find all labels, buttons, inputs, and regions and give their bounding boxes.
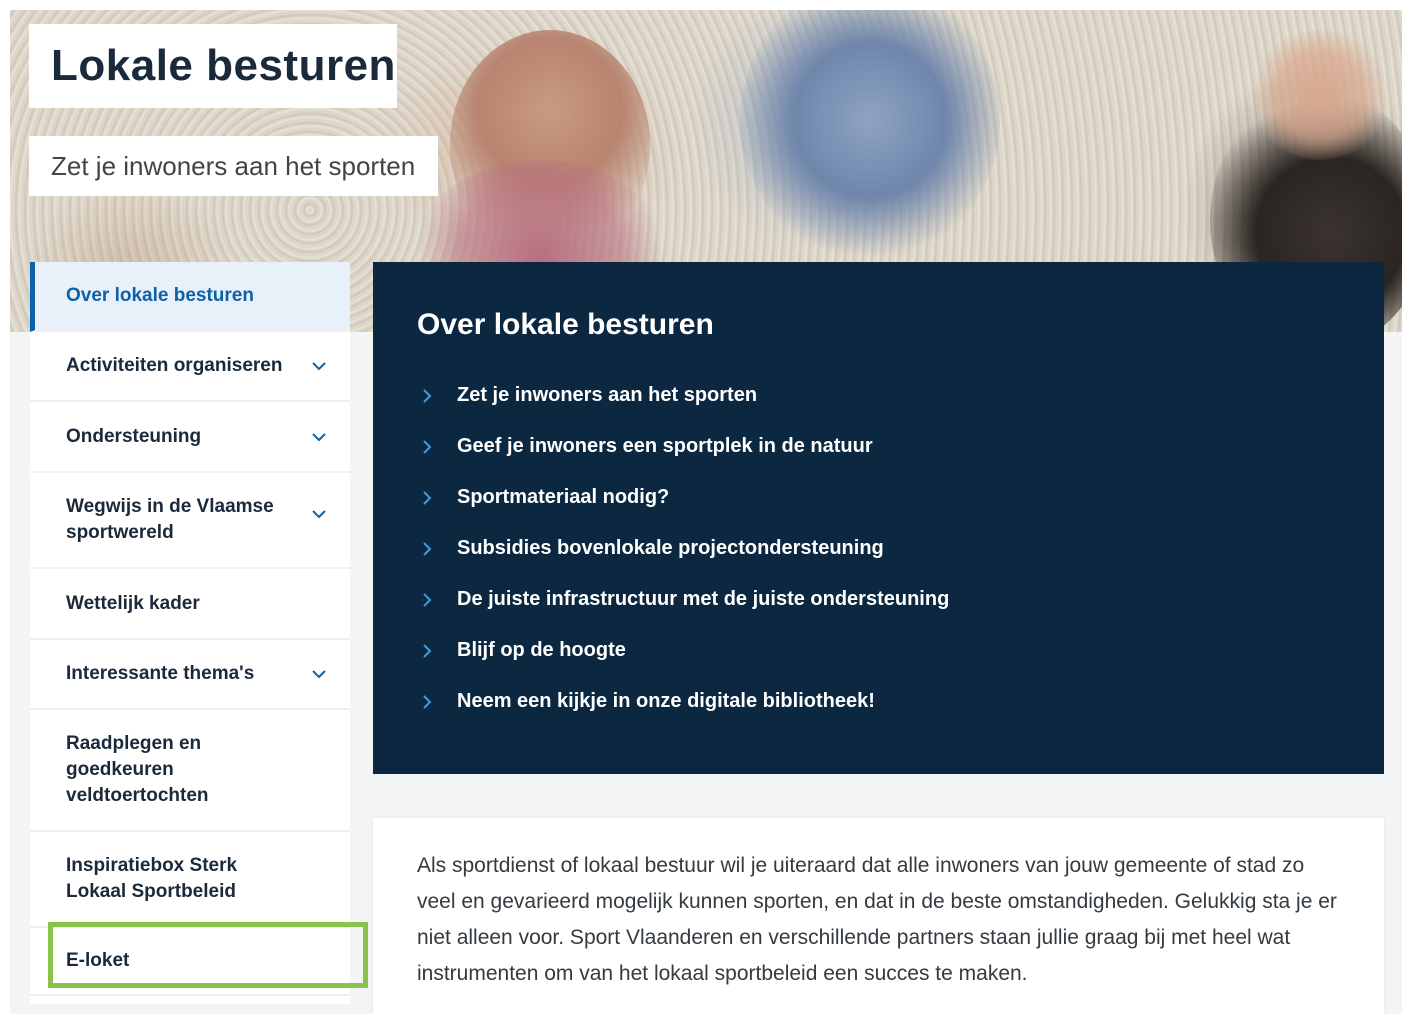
hero-photo-figure bbox=[740, 10, 1000, 260]
chevron-right-icon bbox=[423, 388, 432, 403]
chevron-right-icon bbox=[423, 490, 432, 505]
panel-link-label[interactable]: Sportmateriaal nodig? bbox=[457, 486, 669, 509]
chevron-right-icon bbox=[423, 439, 432, 454]
panel-heading: Over lokale besturen bbox=[417, 308, 714, 341]
panel-link[interactable]: Geef je inwoners een sportplek in de nat… bbox=[417, 421, 1384, 472]
panel-link-label[interactable]: Subsidies bovenlokale projectondersteuni… bbox=[457, 537, 884, 560]
panel-link[interactable]: De juiste infrastructuur met de juiste o… bbox=[417, 574, 1384, 625]
chevron-down-icon[interactable] bbox=[310, 357, 328, 375]
sidebar-item-over-lokale-besturen[interactable]: Over lokale besturen bbox=[30, 262, 350, 332]
panel-link[interactable]: Neem een kijkje in onze digitale bibliot… bbox=[417, 676, 1384, 727]
panel-link-label[interactable]: Geef je inwoners een sportplek in de nat… bbox=[457, 435, 873, 458]
intro-paragraph: Als sportdienst of lokaal bestuur wil je… bbox=[417, 854, 1337, 985]
sidebar-item-activiteiten-organiseren[interactable]: Activiteiten organiseren bbox=[30, 332, 350, 402]
chevron-down-icon[interactable] bbox=[310, 665, 328, 683]
hero-photo-figure bbox=[1250, 30, 1390, 160]
page-subtitle: Zet je inwoners aan het sporten bbox=[51, 150, 416, 181]
sidebar-item-e-loket[interactable]: E-loket bbox=[30, 928, 350, 996]
sidebar-item-label: Over lokale besturen bbox=[66, 285, 254, 306]
panel-link-label[interactable]: Zet je inwoners aan het sporten bbox=[457, 384, 757, 407]
background-strip bbox=[1384, 332, 1402, 1004]
panel-link[interactable]: Blijf op de hoogte bbox=[417, 625, 1384, 676]
background-strip bbox=[350, 332, 373, 1004]
sidebar-item-label: Inspiratiebox Sterk Lokaal Sportbeleid bbox=[66, 855, 238, 902]
background-strip bbox=[10, 332, 30, 1004]
sidebar-item-inspiratiebox[interactable]: Inspiratiebox Sterk Lokaal Sportbeleid bbox=[30, 832, 350, 928]
page: Lokale besturen Zet je inwoners aan het … bbox=[0, 0, 1402, 1014]
panel-link-label[interactable]: Neem een kijkje in onze digitale bibliot… bbox=[457, 690, 875, 713]
page-title-box: Lokale besturen bbox=[29, 24, 397, 108]
chevron-right-icon bbox=[423, 643, 432, 658]
sidebar-item-veldtoertochten[interactable]: Raadplegen en goedkeuren veldtoertochten bbox=[30, 710, 350, 832]
chevron-down-icon[interactable] bbox=[310, 428, 328, 446]
chevron-right-icon bbox=[423, 694, 432, 709]
sidebar-item-wettelijk-kader[interactable]: Wettelijk kader bbox=[30, 569, 350, 640]
page-subtitle-box: Zet je inwoners aan het sporten bbox=[29, 136, 438, 196]
sidebar-nav: Over lokale besturen Activiteiten organi… bbox=[30, 262, 350, 996]
sidebar-item-label: Ondersteuning bbox=[66, 425, 202, 447]
sidebar-item-interessante-themas[interactable]: Interessante thema's bbox=[30, 640, 350, 710]
panel-link-label[interactable]: De juiste infrastructuur met de juiste o… bbox=[457, 588, 949, 611]
chevron-down-icon[interactable] bbox=[310, 505, 328, 523]
page-title: Lokale besturen bbox=[51, 41, 396, 90]
panel-link-list: Zet je inwoners aan het sporten Geef je … bbox=[417, 370, 1384, 727]
sidebar-item-label: E-loket bbox=[66, 950, 130, 971]
sidebar-item-label: Raadplegen en goedkeuren veldtoertochten bbox=[66, 733, 209, 806]
intro-text-card: Als sportdienst of lokaal bestuur wil je… bbox=[373, 818, 1384, 1014]
sub-navigation-panel: Over lokale besturen Zet je inwoners aan… bbox=[373, 262, 1384, 774]
panel-link[interactable]: Sportmateriaal nodig? bbox=[417, 472, 1384, 523]
sidebar-item-label: Wettelijk kader bbox=[66, 592, 200, 614]
chevron-right-icon bbox=[423, 541, 432, 556]
sidebar-item-wegwijs[interactable]: Wegwijs in de Vlaamse sportwereld bbox=[30, 473, 350, 569]
panel-link-label[interactable]: Blijf op de hoogte bbox=[457, 639, 626, 662]
sidebar-item-label: Interessante thema's bbox=[66, 663, 255, 684]
sidebar-item-label: Wegwijs in de Vlaamse sportwereld bbox=[66, 496, 274, 543]
sidebar-item-ondersteuning[interactable]: Ondersteuning bbox=[30, 402, 350, 473]
sidebar-item-label: Activiteiten organiseren bbox=[66, 355, 283, 376]
panel-link[interactable]: Zet je inwoners aan het sporten bbox=[417, 370, 1384, 421]
chevron-right-icon bbox=[423, 592, 432, 607]
background-strip bbox=[373, 774, 1384, 818]
panel-link[interactable]: Subsidies bovenlokale projectondersteuni… bbox=[417, 523, 1384, 574]
